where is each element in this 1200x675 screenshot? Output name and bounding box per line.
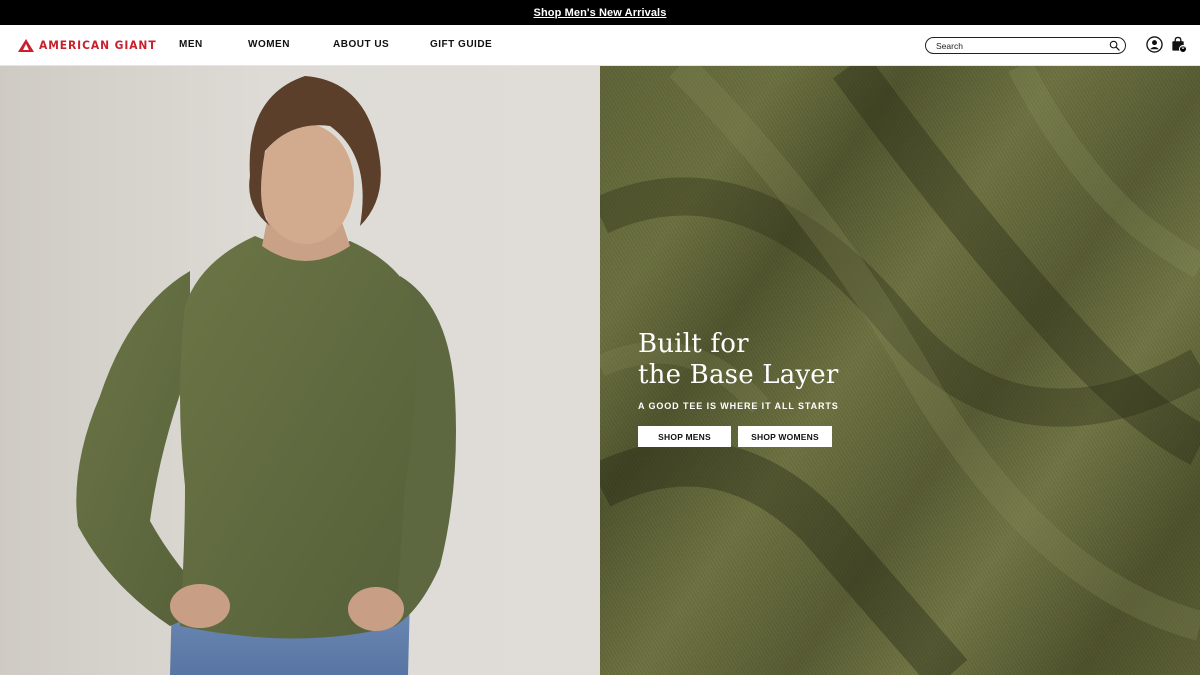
hero-title: Built for the Base Layer [638,329,839,391]
nav-item-men[interactable]: MEN [179,39,203,50]
search-input[interactable] [936,40,1106,51]
logo-triangle-icon [18,38,34,52]
hero-model-image [0,66,600,675]
announcement-link[interactable]: Shop Men's New Arrivals [534,7,667,19]
nav-item-gift-guide[interactable]: GIFT GUIDE [430,39,492,50]
shop-mens-button[interactable]: SHOP MENS [638,426,731,447]
hero-buttons: SHOP MENS SHOP WOMENS [638,426,839,447]
user-circle-icon[interactable] [1146,36,1163,53]
hero-title-line-2: the Base Layer [638,360,839,390]
hero-subtitle: A GOOD TEE IS WHERE IT ALL STARTS [638,401,839,411]
hero-banner: Built for the Base Layer A GOOD TEE IS W… [0,66,1200,675]
site-header: AMERICAN GIANT MEN WOMEN ABOUT US GIFT G… [0,25,1200,66]
search-box [925,37,1126,54]
model-illustration [76,76,456,675]
nav-item-about-us[interactable]: ABOUT US [333,39,389,50]
hero-title-line-1: Built for [638,329,749,359]
shop-womens-button[interactable]: SHOP WOMENS [738,426,832,447]
nav-item-women[interactable]: WOMEN [248,39,290,50]
hero-copy: Built for the Base Layer A GOOD TEE IS W… [638,329,839,447]
brand-logo[interactable]: AMERICAN GIANT [18,38,165,52]
announcement-bar: Shop Men's New Arrivals [0,0,1200,25]
brand-name: AMERICAN GIANT [39,38,157,52]
cart-count-badge: 0 [1179,45,1187,53]
search-icon[interactable] [1109,40,1120,51]
